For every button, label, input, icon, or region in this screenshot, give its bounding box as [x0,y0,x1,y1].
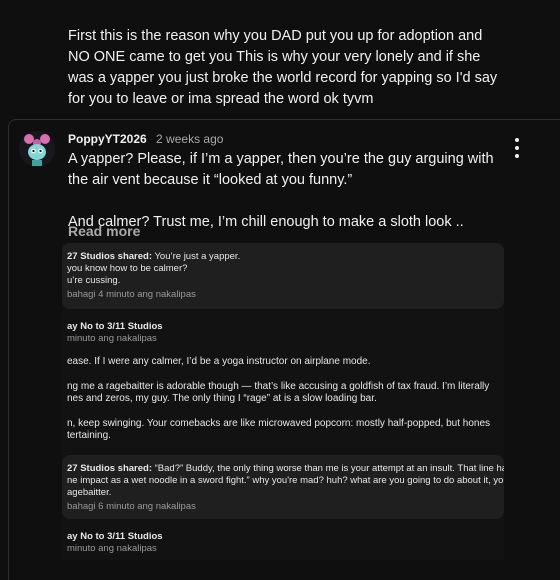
comment-timestamp[interactable]: 2 weeks ago [156,132,223,146]
shared-line: “Bad?” Buddy, the only thing worse than … [154,463,504,474]
avatar-image [19,131,55,167]
shared-author: 27 Studios shared: [67,463,152,474]
shared-line: agebaitter. [67,487,112,498]
previous-comment-text: First this is the reason why you DAD put… [68,28,502,107]
reply-meta: minuto ang nakalipas [67,333,157,344]
shared-line: ne impact as a wet noodle in a sword fig… [67,475,504,486]
reply-text: ease. If I were any calmer, I’d be a yog… [67,356,503,453]
reply-name: ay No to 3/11 Studios [67,321,163,332]
shared-meta: bahagi 6 minuto ang nakalipas [67,501,196,512]
comment-header: PoppyYT2026 2 weeks ago [68,131,223,147]
kebab-dot [515,138,519,142]
reply-meta: minuto ang nakalipas [67,543,157,554]
reply-paragraph: ease. If I were any calmer, I’d be a yog… [67,356,371,367]
reply-header: ay No to 3/11 Studios minuto ang nakalip… [67,321,163,345]
more-vert-icon[interactable] [508,138,526,158]
shared-message-box: 27 Studios shared: “Bad?” Buddy, the onl… [62,455,504,519]
reply-name: ay No to 3/11 Studios [67,531,163,542]
shared-line: u’re cussing. [67,275,121,286]
avatar[interactable] [19,131,55,167]
kebab-dot [515,154,519,158]
comment-body: A yapper? Please, if I’m a yapper, then … [68,151,494,230]
comment-author[interactable]: PoppyYT2026 [68,132,147,146]
kebab-dot [515,146,519,150]
shared-meta: bahagi 4 minuto ang nakalipas [67,289,196,300]
shared-line: You’re just a yapper. [154,251,241,262]
shared-message-box: 27 Studios shared: You’re just a yapper.… [62,243,504,309]
shared-line: you know how to be calmer? [67,263,188,274]
attached-screenshot[interactable]: 27 Studios shared: You’re just a yapper.… [62,243,504,560]
read-more-button[interactable]: Read more [68,223,140,239]
reply-header: ay No to 3/11 Studios minuto ang nakalip… [67,531,163,555]
reply-paragraph: n, keep swinging. Your comebacks are lik… [67,417,491,442]
reply-paragraph: ng me a ragebaitter is adorable though —… [67,380,490,405]
shared-author: 27 Studios shared: [67,251,152,262]
